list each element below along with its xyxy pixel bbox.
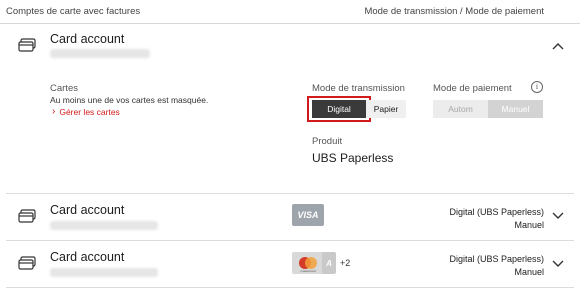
chevron-down-icon[interactable]: [551, 258, 565, 268]
extra-cards-count: +2: [340, 258, 351, 268]
card-stack-icon: [18, 209, 36, 223]
payment-option-autom[interactable]: Autom: [433, 100, 488, 118]
mastercard-brand-text: mastercard: [300, 269, 315, 273]
row-divider: [6, 240, 574, 241]
row-divider: [6, 287, 574, 288]
mastercard-logo: mastercard: [292, 252, 324, 274]
chevron-right-icon: ›: [52, 106, 56, 117]
visa-logo: VISA: [292, 204, 324, 226]
account-title: Card account: [50, 250, 125, 264]
payment-label: Mode de paiement: [433, 83, 512, 94]
info-icon[interactable]: i: [531, 81, 543, 93]
header-accounts-label: Comptes de carte avec factures: [6, 6, 141, 17]
payment-option-manuel[interactable]: Manuel: [488, 100, 543, 118]
payment-value: Manuel: [514, 220, 544, 230]
cards-label: Cartes: [50, 83, 78, 94]
cards-masked-note: Au moins une de vos cartes est masquée.: [50, 95, 209, 105]
card-stack-icon: [18, 256, 36, 270]
manage-cards-link[interactable]: › Gérer les cartes: [52, 106, 120, 117]
masked-account-number: [50, 221, 158, 230]
transmission-label: Mode de transmission: [312, 83, 405, 94]
transmission-toggle[interactable]: Digital Papier: [312, 100, 406, 118]
transmission-value: Digital (UBS Paperless): [449, 207, 544, 217]
product-label: Produit: [312, 136, 343, 147]
masked-account-number: [50, 268, 158, 277]
row-divider: [6, 193, 574, 194]
transmission-value: Digital (UBS Paperless): [449, 254, 544, 264]
header-modes-label: Mode de transmission / Mode de paiement: [364, 6, 544, 17]
chevron-down-icon[interactable]: [551, 210, 565, 220]
chevron-up-icon[interactable]: [551, 41, 565, 51]
card-stack-icon: [18, 38, 36, 52]
manage-cards-label: Gérer les cartes: [59, 106, 120, 117]
product-value: UBS Paperless: [312, 151, 394, 165]
account-title: Card account: [50, 32, 125, 46]
masked-account-number: [50, 49, 150, 58]
payment-toggle[interactable]: Autom Manuel: [433, 100, 543, 118]
table-header: Comptes de carte avec factures Mode de t…: [0, 0, 580, 24]
card-logo-partial: A: [322, 252, 336, 274]
account-title: Card account: [50, 203, 125, 217]
payment-value: Manuel: [514, 267, 544, 277]
transmission-option-digital[interactable]: Digital: [312, 100, 366, 118]
transmission-option-papier[interactable]: Papier: [366, 100, 406, 118]
